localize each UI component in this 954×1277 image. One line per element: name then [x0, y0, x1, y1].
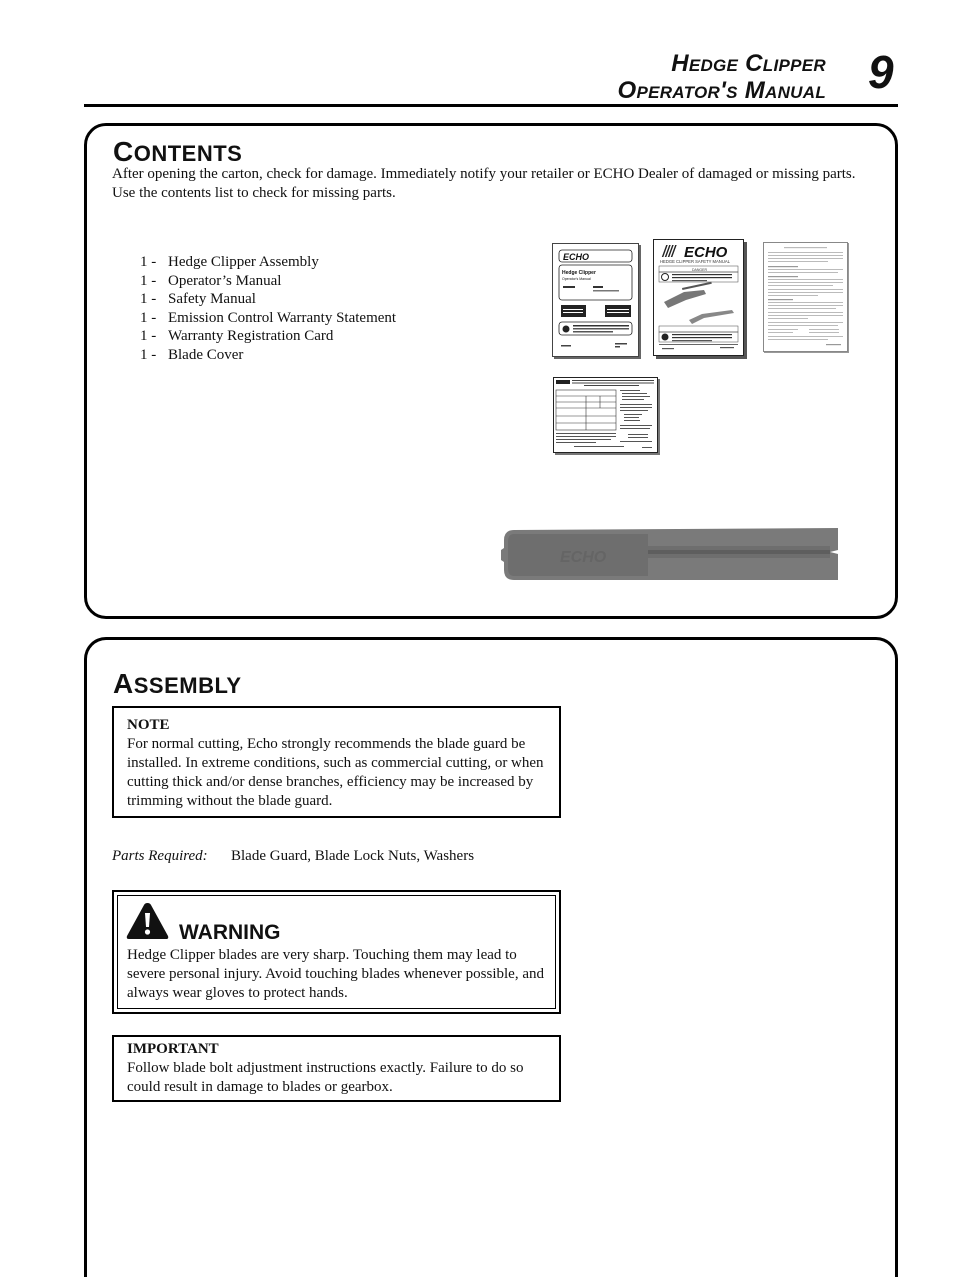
item-qty: 1 -: [140, 272, 157, 289]
contents-heading-cap: C: [113, 136, 134, 167]
note-label: NOTE: [127, 717, 170, 733]
warranty-registration-card-image: [553, 377, 658, 453]
parts-required-value: Blade Guard, Blade Lock Nuts, Washers: [231, 848, 475, 864]
note-text: For normal cutting, Echo strongly recomm…: [127, 736, 544, 809]
list-item: 1 - Hedge Clipper Assembly: [140, 253, 396, 272]
item-label: Operator’s Manual: [168, 272, 282, 289]
item-qty: 1 -: [140, 254, 157, 270]
page-number: 9: [868, 46, 894, 98]
list-item: 1 - Safety Manual: [140, 290, 396, 309]
manual-title-line2: Operator's Manual: [617, 77, 826, 104]
assembly-heading: ASSEMBLY: [113, 668, 242, 700]
emission-statement-illustration: [768, 247, 843, 346]
safety-thumb-title: HEDGE CLIPPER SAFETY MANUAL: [660, 259, 731, 264]
assembly-heading-rest: SSEMBLY: [133, 673, 242, 698]
item-label: Safety Manual: [168, 291, 256, 308]
blade-cover-image: ECHO: [500, 528, 842, 582]
important-box: IMPORTANT Follow blade bolt adjustment i…: [112, 1035, 561, 1102]
manual-title-line1: Hedge Clipper: [671, 50, 826, 77]
list-item: 1 - Emission Control Warranty Statement: [140, 309, 396, 328]
contents-heading-rest: ONTENTS: [133, 141, 243, 166]
warning-label: WARNING: [179, 921, 281, 944]
manual-title: Hedge Clipper Operator's Manual: [617, 50, 826, 104]
item-label: Blade Cover: [168, 346, 244, 363]
list-item: 1 - Warranty Registration Card: [140, 327, 396, 346]
blade-cover-brand: ECHO: [560, 549, 607, 566]
header-divider: [84, 104, 898, 107]
operators-manual-image: ECHO Hedge Clipper Operator's Manual: [552, 243, 639, 357]
note-box: NOTE For normal cutting, Echo strongly r…: [112, 706, 561, 818]
safety-manual-illustration: ECHO HEDGE CLIPPER SAFETY MANUAL DANGER: [658, 244, 739, 350]
manual-thumb-title: Hedge Clipper: [562, 270, 596, 276]
important-label: IMPORTANT: [127, 1041, 219, 1057]
blade-cover-illustration: ECHO: [501, 528, 838, 580]
item-qty: 1 -: [140, 309, 157, 326]
contents-intro: After opening the carton, check for dama…: [112, 166, 856, 201]
manual-thumb-subtitle: Operator's Manual: [562, 277, 591, 281]
warranty-card-illustration: [555, 380, 654, 448]
list-item: 1 - Blade Cover: [140, 346, 396, 365]
parts-required: Parts Required: Blade Guard, Blade Lock N…: [112, 847, 474, 866]
item-qty: 1 -: [140, 346, 157, 363]
danger-label: DANGER: [692, 268, 707, 272]
brand-logo-text: ECHO: [563, 252, 589, 262]
parts-required-label: Parts Required:: [112, 848, 208, 864]
warning-box: WARNING Hedge Clipper blades are very sh…: [112, 890, 561, 1014]
item-qty: 1 -: [140, 291, 157, 308]
warning-triangle-icon: [126, 902, 169, 945]
contents-list: 1 - Hedge Clipper Assembly 1 - Operator’s …: [140, 253, 396, 365]
item-label: Hedge Clipper Assembly: [168, 254, 319, 270]
list-item: 1 - Operator’s Manual: [140, 272, 396, 291]
operators-manual-illustration: ECHO Hedge Clipper Operator's Manual: [558, 249, 633, 348]
emission-warranty-statement-image: [763, 242, 848, 352]
warning-text: Hedge Clipper blades are very sharp. Tou…: [127, 947, 544, 1001]
item-label: Emission Control Warranty Statement: [168, 309, 397, 326]
safety-manual-image: ECHO HEDGE CLIPPER SAFETY MANUAL DANGER: [653, 239, 744, 356]
important-text: Follow blade bolt adjustment instruction…: [127, 1060, 524, 1095]
item-label: Warranty Registration Card: [168, 328, 334, 345]
contents-heading: CONTENTS: [113, 136, 242, 168]
assembly-heading-cap: A: [113, 668, 134, 699]
item-qty: 1 -: [140, 328, 157, 345]
